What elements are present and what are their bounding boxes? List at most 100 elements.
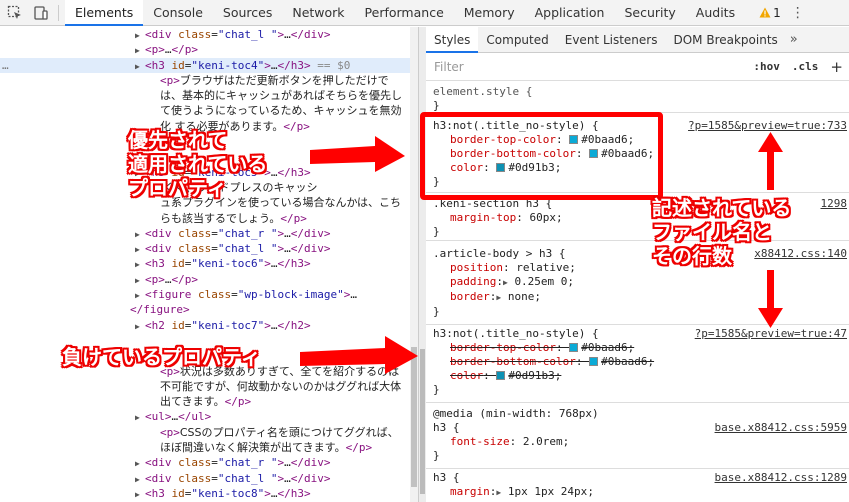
tab-memory[interactable]: Memory <box>454 0 525 26</box>
dom-tree-panel[interactable]: ▶ <div class="chat_l ">…</div> ▶ <p>…</p>… ▶… <box>0 27 410 502</box>
rule-source-link[interactable]: 1298 <box>821 197 848 211</box>
dom-node-line[interactable]: <p>CSSのプロパティ名を頭につけてググれば、 <box>0 425 410 440</box>
tab-security[interactable]: Security <box>614 0 685 26</box>
prop-name: position <box>450 261 503 274</box>
expand-triangle-icon[interactable]: ▶ <box>135 242 145 257</box>
tab-event-listeners[interactable]: Event Listeners <box>557 27 666 53</box>
warning-indicator[interactable]: 1 <box>759 6 781 20</box>
dom-node-markup: <div class="chat_l ">…</div> <box>145 471 331 485</box>
prop-name: color <box>450 369 484 382</box>
expand-triangle-icon[interactable]: ▶ <box>135 487 145 502</box>
dom-node-line[interactable]: … ▶ <h3 id="keni-toc4">…</h3> == $0 <box>0 57 410 74</box>
dom-node-line[interactable]: ▶ <div class="chat_r ">…</div> <box>0 455 410 470</box>
expand-triangle-icon[interactable]: ▶ <box>503 278 508 287</box>
dom-node-line[interactable]: ▶ <h3 id="keni-toc8">…</h3> <box>0 486 410 501</box>
color-swatch[interactable] <box>496 371 506 380</box>
dom-node-line[interactable]: ▶ <div class="chat_l ">…</div> <box>0 241 410 256</box>
dom-node-line[interactable]: ▶ <h2 id="keni-toc7">…</h2> <box>0 318 410 333</box>
expand-triangle-icon[interactable]: ▶ <box>135 410 145 425</box>
prop-padding[interactable]: padding:▶ 0.25em 0; <box>426 275 849 290</box>
prop-name: padding <box>450 275 497 288</box>
dom-node-line[interactable]: て使うようになっているため、キャッシュを無効 <box>0 103 410 118</box>
dom-scrollbar-thumb[interactable] <box>411 347 417 487</box>
panel-divider[interactable] <box>418 27 426 502</box>
dom-node-line[interactable]: ほぼ間違いなく解決策が出てきます。</p> <box>0 440 410 455</box>
dom-node-markup: <h3 id="keni-toc4">…</h3> == $0 <box>145 58 351 72</box>
prop-color-overridden[interactable]: color: #0d91b3; <box>426 369 849 383</box>
rule-source-link[interactable]: ?p=1585&preview=true:733 <box>688 119 847 133</box>
hov-button[interactable]: :hov <box>753 60 780 73</box>
dom-scrollbar[interactable] <box>410 27 418 502</box>
tab-sources[interactable]: Sources <box>213 0 282 26</box>
rule-source-link[interactable]: ?p=1585&preview=true:47 <box>695 327 847 341</box>
expand-triangle-icon[interactable]: ▶ <box>135 273 145 288</box>
expand-triangle-icon[interactable]: ▶ <box>135 472 145 487</box>
prop-border-top-color-overridden[interactable]: border-top-color: #0baad6; <box>426 341 849 355</box>
color-swatch[interactable] <box>569 343 579 352</box>
prop-border[interactable]: border:▶ none; <box>426 290 849 305</box>
dom-node-markup: <h2 id="keni-toc7">…</h2> <box>145 318 311 332</box>
inspect-element-icon[interactable] <box>4 2 26 24</box>
dom-node-line[interactable]: らも該当するでしょう。</p> <box>0 211 410 226</box>
device-toolbar-icon[interactable] <box>30 2 52 24</box>
dom-node-line[interactable]: </figure> <box>0 302 410 317</box>
more-tabs-icon[interactable]: » <box>790 32 798 47</box>
dom-node-line[interactable]: <p>ブラウザはただ更新ボタンを押しただけで <box>0 73 410 88</box>
dom-node-line[interactable]: は、基本的にキャッシュがあればそちらを優先し <box>0 88 410 103</box>
tab-application[interactable]: Application <box>525 0 615 26</box>
tab-console[interactable]: Console <box>143 0 213 26</box>
dom-node-line[interactable]: 不可能ですが、何故動かないのかはググれば大体 <box>0 379 410 394</box>
dom-node-line[interactable]: ▶ <ul>…</ul> <box>0 409 410 424</box>
rule-source-link[interactable]: base.x88412.css:1289 <box>715 471 847 485</box>
dom-node-line[interactable]: ▶ <p>…</p> <box>0 42 410 57</box>
expand-triangle-icon[interactable]: ▶ <box>135 227 145 242</box>
expand-triangle-icon[interactable]: ▶ <box>135 59 145 74</box>
dom-node-line[interactable]: ▶ <div class="chat_l ">…</div> <box>0 471 410 486</box>
annotation-line: その行数 <box>652 244 732 268</box>
annotation-line: 記述されている <box>652 196 792 220</box>
tab-elements[interactable]: Elements <box>65 0 144 26</box>
annotation-line: ファイル名と <box>652 220 772 244</box>
expand-triangle-icon[interactable]: ▶ <box>135 257 145 272</box>
rule-media-h3: @media (min-width: 768px) h3 { base.x884… <box>426 407 849 469</box>
prop-name: margin <box>450 485 490 498</box>
prop-value: #0baad6 <box>601 355 648 368</box>
prop-font-size[interactable]: font-size: 2.0rem; <box>426 435 849 449</box>
dom-node-markup: </figure> <box>130 303 190 317</box>
tab-audits[interactable]: Audits <box>686 0 745 26</box>
rule-close: } <box>433 383 440 396</box>
expand-triangle-icon[interactable]: ▶ <box>135 319 145 334</box>
rule-source-link[interactable]: base.x88412.css:5959 <box>715 421 847 435</box>
rule-selector[interactable]: element.style { <box>426 85 849 99</box>
filter-input[interactable]: Filter <box>434 60 753 74</box>
dom-node-markup: 出てきます。</p> <box>160 395 252 409</box>
tab-performance[interactable]: Performance <box>355 0 454 26</box>
expand-triangle-icon[interactable]: ▶ <box>135 288 145 303</box>
rule-close: } <box>433 449 440 462</box>
tab-computed[interactable]: Computed <box>478 27 556 53</box>
dom-node-line[interactable]: ▶ <figure class="wp-block-image">… <box>0 287 410 302</box>
prop-border-bottom-color-overridden[interactable]: border-bottom-color: #0baad6; <box>426 355 849 369</box>
dom-node-line[interactable]: ▶ <div class="chat_l ">…</div> <box>0 27 410 42</box>
expand-triangle-icon[interactable]: ▶ <box>135 456 145 471</box>
cls-button[interactable]: .cls <box>792 60 819 73</box>
expand-triangle-icon[interactable]: ▶ <box>496 488 501 497</box>
tab-dom-breakpoints[interactable]: DOM Breakpoints <box>665 27 785 53</box>
dom-node-line[interactable]: ▶ <p>…</p> <box>0 272 410 287</box>
expand-triangle-icon[interactable]: ▶ <box>496 293 501 302</box>
color-swatch[interactable] <box>589 357 599 366</box>
divider-scroll-thumb[interactable] <box>420 349 425 494</box>
dom-node-line[interactable]: ▶ <div class="chat_r ">…</div> <box>0 226 410 241</box>
expand-triangle-icon[interactable]: ▶ <box>135 43 145 58</box>
prop-margin[interactable]: margin:▶ 1px 1px 24px; <box>426 485 849 500</box>
prop-value: relative <box>516 261 570 274</box>
tab-styles[interactable]: Styles <box>426 27 479 53</box>
prop-value: #0baad6 <box>581 341 628 354</box>
node-actions-icon[interactable]: … <box>2 58 9 73</box>
tab-network[interactable]: Network <box>282 0 354 26</box>
expand-triangle-icon[interactable]: ▶ <box>135 28 145 43</box>
dom-node-line[interactable]: ▶ <h3 id="keni-toc6">…</h3> <box>0 256 410 271</box>
new-rule-button[interactable]: + <box>830 58 843 76</box>
dom-node-line[interactable]: 出てきます。</p> <box>0 394 410 409</box>
more-options-icon[interactable]: ⋮ <box>791 5 805 21</box>
